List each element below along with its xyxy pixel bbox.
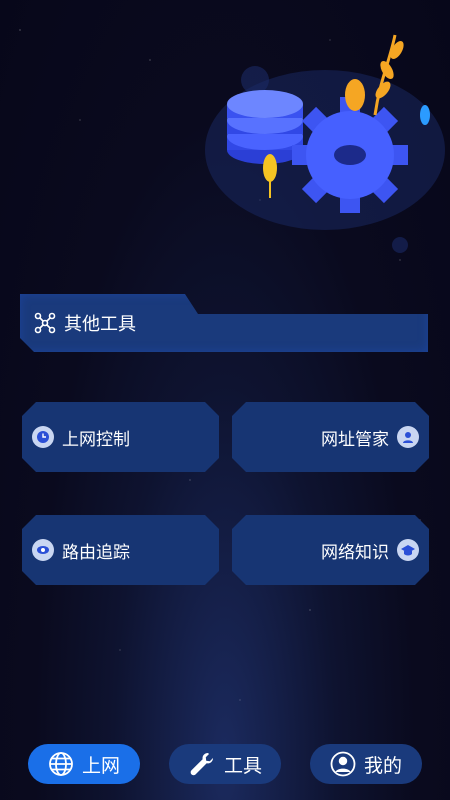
nav-mine-button[interactable]: 我的 — [310, 744, 422, 784]
nav-internet-button[interactable]: 上网 — [28, 744, 140, 784]
eye-icon — [32, 539, 54, 561]
tile-label: 上网控制 — [62, 429, 130, 450]
tile-network-knowledge[interactable]: 网络知识 — [232, 515, 429, 585]
tile-label: 路由追踪 — [62, 542, 130, 563]
nav-label: 工具 — [223, 754, 262, 777]
clock-icon — [32, 426, 54, 448]
section-header: 其他工具 — [22, 296, 426, 350]
tile-route-trace[interactable]: 路由追踪 — [22, 515, 219, 585]
tile-label: 网络知识 — [321, 542, 389, 563]
bottom-nav: 上网 工具 我的 — [0, 740, 450, 790]
network-nodes-icon — [34, 312, 56, 334]
globe-icon — [49, 752, 73, 776]
tile-label: 网址管家 — [321, 429, 389, 450]
nav-label: 上网 — [81, 754, 120, 777]
user-icon — [330, 751, 356, 777]
nav-label: 我的 — [363, 754, 402, 777]
wrench-icon — [190, 753, 213, 776]
user-badge-icon — [397, 426, 419, 448]
graduation-cap-icon — [397, 539, 419, 561]
hero-illustration — [205, 34, 445, 253]
gear-icon — [292, 97, 408, 213]
nav-tools-button[interactable]: 工具 — [169, 744, 281, 784]
tile-internet-control[interactable]: 上网控制 — [22, 402, 219, 472]
section-title: 其他工具 — [64, 314, 136, 335]
tile-url-manager[interactable]: 网址管家 — [232, 402, 429, 472]
database-icon — [227, 90, 303, 164]
